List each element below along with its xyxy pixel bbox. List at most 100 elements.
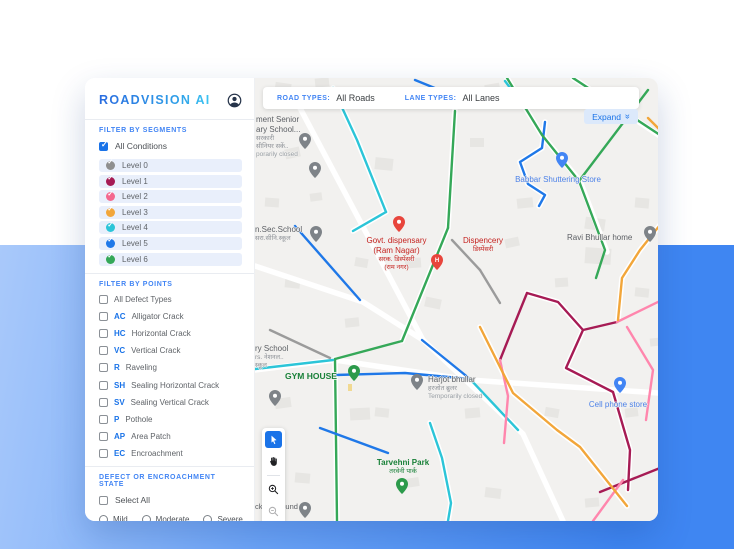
select-tool-button[interactable] [265, 431, 282, 448]
pan-tool-button[interactable] [265, 453, 282, 470]
defect-r-checkbox[interactable] [99, 363, 108, 373]
defect-sh-checkbox[interactable] [99, 380, 108, 390]
sidebar-divider [85, 466, 254, 468]
defect-vc-checkbox[interactable] [99, 346, 108, 356]
sidebar-divider [85, 119, 254, 120]
defect-row-all[interactable]: All Defect Types [99, 294, 242, 304]
level-row-0[interactable]: Level 0 [99, 158, 242, 172]
level-2-check-icon [106, 190, 115, 202]
poi-label-babbar-store[interactable]: Babbar Shuttering Store [503, 175, 613, 185]
hand-icon [270, 457, 277, 466]
radio-severe[interactable]: Severe [203, 515, 243, 521]
map-pin-cell-store[interactable] [614, 377, 626, 393]
defect-row-hc[interactable]: HC Horizontal Crack [99, 328, 242, 338]
level-0-check-icon [106, 158, 115, 170]
radio-moderate[interactable]: Moderate [141, 515, 189, 521]
map-pin-generic[interactable] [269, 390, 281, 406]
road-segment[interactable] [498, 291, 529, 362]
level-row-2[interactable]: Level 2 [99, 190, 242, 204]
map-filter-toolbar: ROAD TYPES: All Roads LANE TYPES: All La… [263, 87, 639, 109]
moderate-radio-button[interactable] [141, 515, 151, 521]
account-icon[interactable] [227, 93, 242, 108]
all-conditions-label: All Conditions [115, 141, 167, 151]
radio-mild[interactable]: Mild [99, 515, 128, 521]
defect-ac-checkbox[interactable] [99, 311, 108, 321]
defect-row-vc[interactable]: VC Vertical Crack [99, 346, 242, 356]
level-6-check-icon [106, 252, 115, 264]
lane-types-label: LANE TYPES: [404, 94, 457, 102]
filter-by-segments-title: FILTER BY SEGMENTS [99, 127, 188, 134]
map-pin-school[interactable] [299, 133, 311, 149]
defect-state-title: DEFECT OR ENCROACHMENT STATE [99, 474, 216, 489]
level-row-4[interactable]: Level 4 [99, 221, 242, 235]
map-pin-hospital-h[interactable]: H [431, 254, 443, 270]
map-pin-generic[interactable] [309, 162, 321, 178]
app-logo: ROADVISION AI [99, 93, 211, 107]
zoom-out-button[interactable] [265, 503, 282, 520]
mild-radio-button[interactable] [99, 515, 108, 521]
map-pin-generic[interactable] [299, 502, 311, 518]
severe-radio-button[interactable] [203, 515, 213, 521]
lane-types-value[interactable]: All Lanes [462, 93, 499, 103]
defect-ap-checkbox[interactable] [99, 432, 108, 442]
poi-label-dispencery[interactable]: Dispencery डिस्पेंसरी [447, 236, 519, 254]
select-all-label: Select All [115, 495, 150, 506]
road-types-value[interactable]: All Roads [336, 93, 375, 103]
map-pin-sec-school[interactable] [310, 226, 322, 242]
defect-row-ap[interactable]: AP Area Patch [99, 432, 242, 442]
expand-chevron-icon: » [622, 113, 633, 120]
select-all-checkbox[interactable] [99, 495, 108, 505]
select-all-row[interactable]: Select All [99, 495, 242, 505]
map-pin-dispensary[interactable] [393, 216, 405, 232]
poi-label-harjot[interactable]: Harjot bhullar हरजोत ब्रुलर Temporarily … [428, 375, 500, 401]
road-segment[interactable] [581, 320, 619, 332]
map-pin-harjot[interactable] [411, 374, 423, 390]
poi-label-cell-store[interactable]: Cell phone store [583, 400, 653, 410]
zoom-in-button[interactable] [265, 481, 282, 498]
defect-row-r[interactable]: R Raveling [99, 363, 242, 373]
road-types-label: ROAD TYPES: [277, 94, 331, 102]
level-row-5[interactable]: Level 5 [99, 236, 242, 250]
level-row-3[interactable]: Level 3 [99, 205, 242, 219]
defect-hc-checkbox[interactable] [99, 328, 108, 338]
poi-label-ravi-home[interactable]: Ravi Bhullar home [567, 233, 643, 243]
map-tool-controls [262, 428, 285, 521]
level-5-check-icon [106, 236, 115, 248]
road-segment[interactable] [478, 268, 502, 305]
map-pin-park[interactable] [396, 478, 408, 494]
svg-text:H: H [435, 258, 439, 264]
poi-label-sec-school[interactable]: n.Sec.School सरा.सीनि.स्कूल [255, 225, 311, 243]
level-3-check-icon [106, 205, 115, 217]
building-footprints [264, 78, 658, 508]
defect-row-ac[interactable]: AC Alligator Crack [99, 311, 242, 321]
defect-all-checkbox[interactable] [99, 294, 108, 304]
zoom-in-icon [268, 484, 279, 495]
defect-ec-checkbox[interactable] [99, 449, 108, 459]
road-segment[interactable] [318, 426, 390, 455]
map-pin-babbar-store[interactable] [556, 152, 568, 168]
all-conditions-row[interactable]: All Conditions [99, 140, 242, 151]
level-4-check-icon [106, 221, 115, 233]
map-pin-gym[interactable] [348, 365, 360, 381]
poi-label-gym-house[interactable]: GYM HOUSE [285, 371, 337, 382]
level-row-1[interactable]: Level 1 [99, 174, 242, 188]
defect-row-sh[interactable]: SH Sealing Horizontal Crack [99, 380, 242, 390]
road-segment[interactable] [333, 339, 404, 361]
filter-by-points-title: FILTER BY POINTS [99, 280, 173, 288]
sidebar-divider [85, 272, 254, 274]
map-viewport[interactable]: H ment Senior ary School... सरकारी सीनिय… [255, 78, 658, 521]
defect-row-p[interactable]: P Pothole [99, 414, 242, 424]
poi-label-ry-school[interactable]: ry School rs. नेशनल.. स्कूल [255, 344, 305, 370]
poi-label-tarvehni-park[interactable]: Tarvehni Park तरवेनी पार्क [363, 458, 443, 476]
defect-p-checkbox[interactable] [99, 414, 108, 424]
app-window: ROADVISION AI FILTER BY SEGMENTS All Con… [85, 78, 658, 521]
defect-row-ec[interactable]: EC Encroachment [99, 449, 242, 459]
expand-button[interactable]: Expand » [584, 109, 638, 124]
road-segment[interactable] [615, 300, 658, 324]
sidebar: ROADVISION AI FILTER BY SEGMENTS All Con… [85, 78, 255, 521]
all-conditions-checkbox[interactable] [99, 140, 108, 151]
defect-sv-checkbox[interactable] [99, 397, 108, 407]
level-row-6[interactable]: Level 6 [99, 252, 242, 266]
map-pin-ravi-home[interactable] [644, 226, 656, 242]
defect-row-sv[interactable]: SV Sealing Vertical Crack [99, 397, 242, 407]
